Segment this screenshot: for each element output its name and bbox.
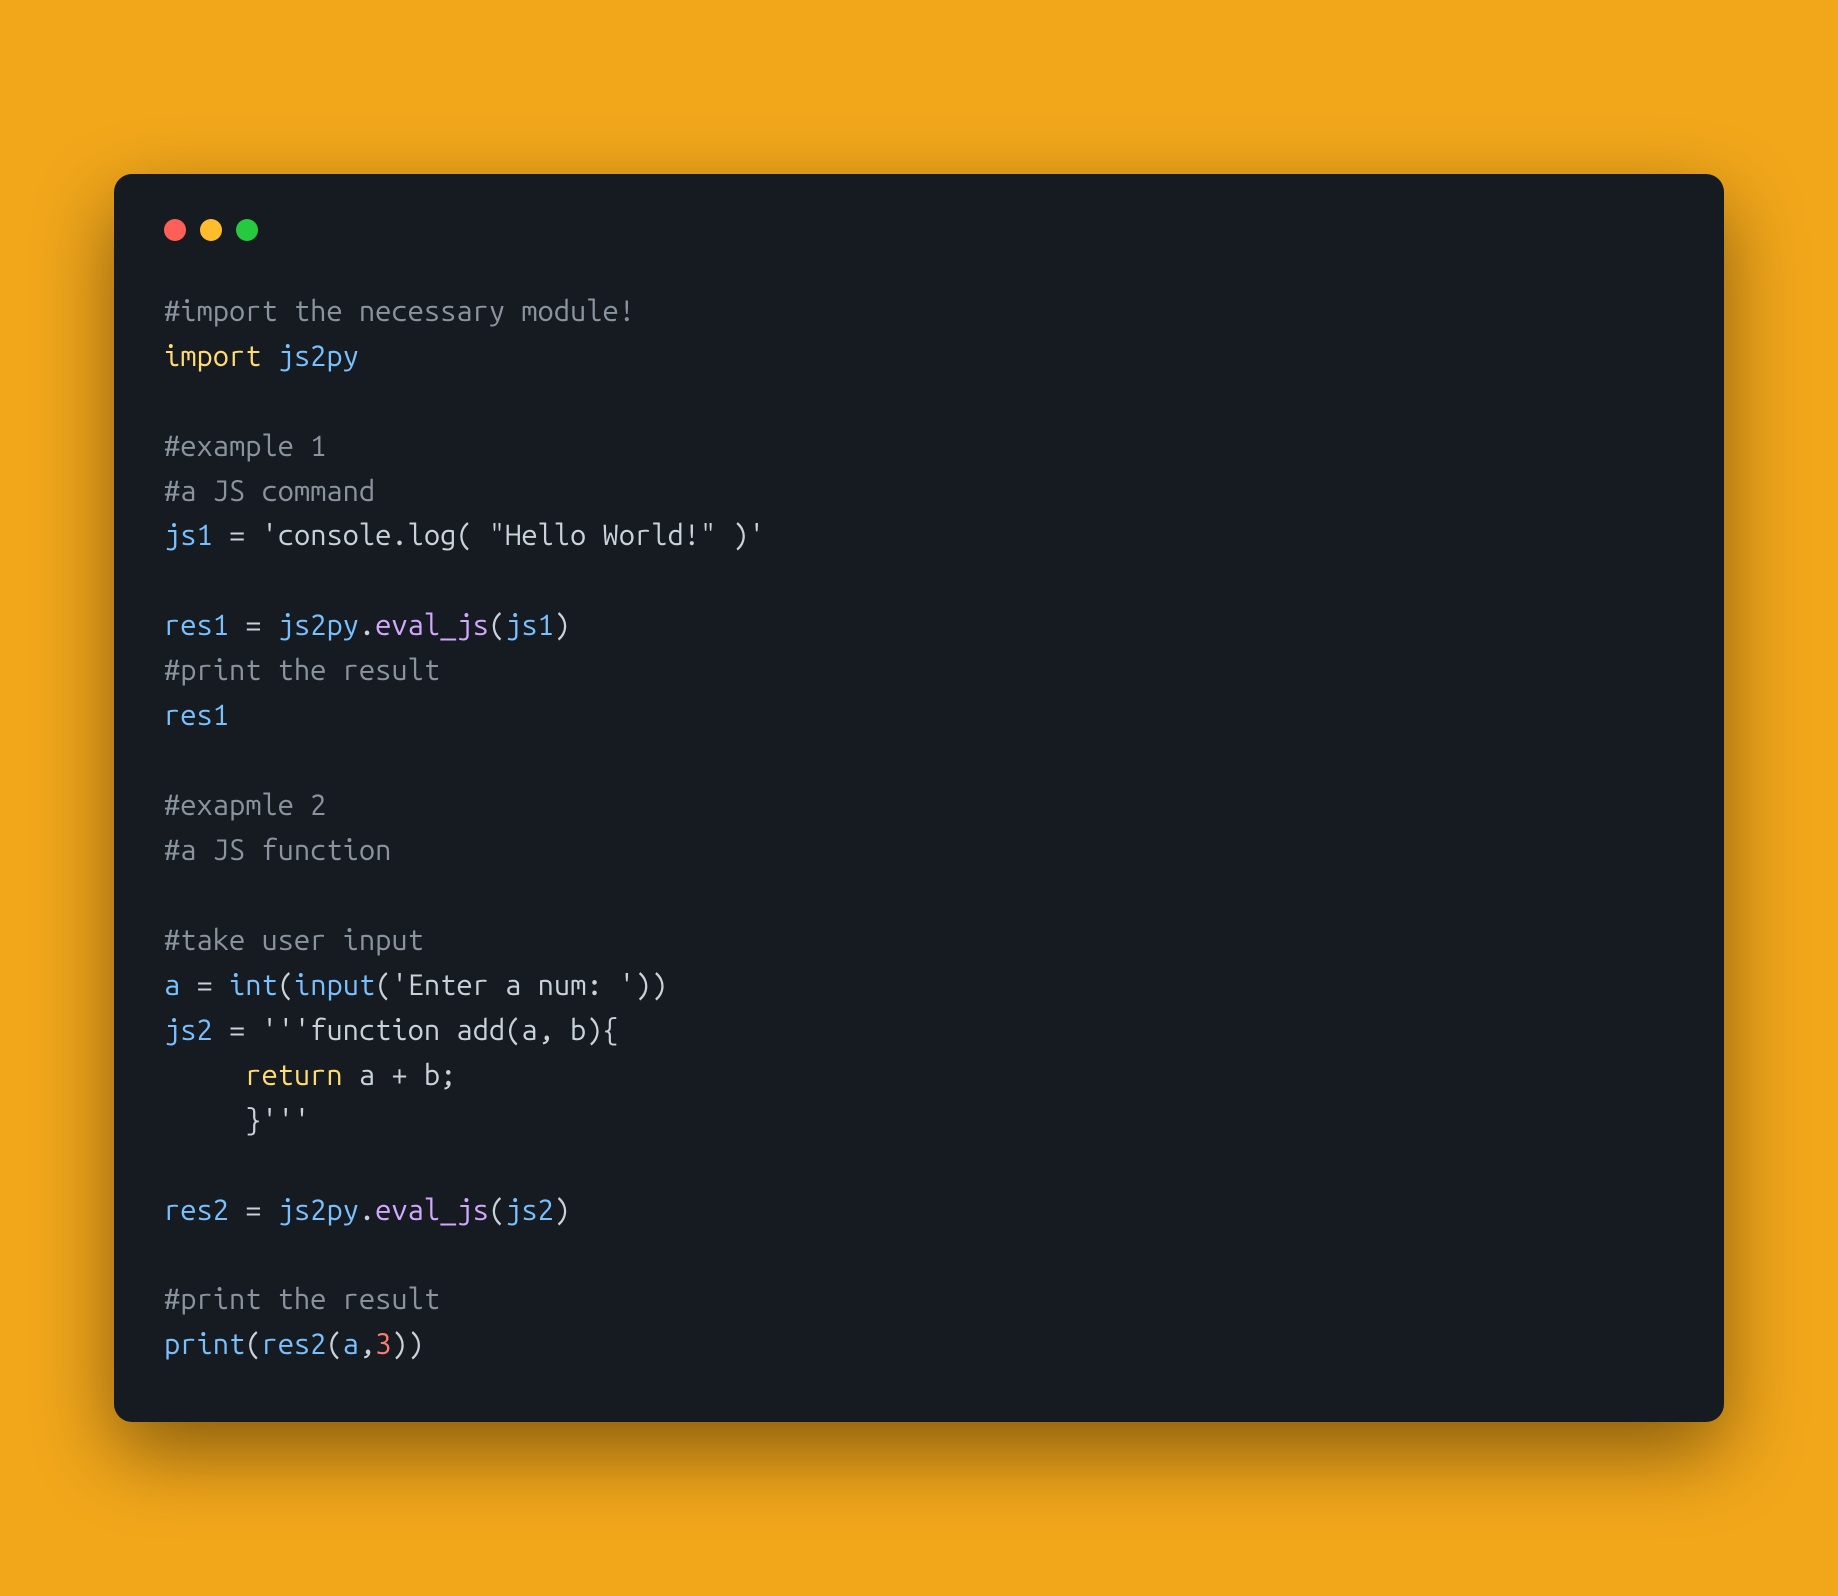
code-paren: ( <box>245 1328 261 1360</box>
code-arg: js1 <box>505 609 554 641</box>
code-string: a + b; <box>343 1059 457 1091</box>
code-comment: #print the result <box>164 654 440 686</box>
code-arg: a <box>343 1328 359 1360</box>
code-paren: ) <box>391 1328 407 1360</box>
code-op: = <box>197 969 213 1001</box>
code-number: 3 <box>375 1328 391 1360</box>
code-comment: #a JS function <box>164 834 391 866</box>
code-module: js2py <box>278 340 359 372</box>
code-paren: ( <box>375 969 391 1001</box>
code-var: res1 <box>164 609 229 641</box>
code-dot: . <box>359 1194 375 1226</box>
code-op: = <box>245 609 261 641</box>
code-string: 'console.log( "Hello World!" )' <box>261 519 764 551</box>
code-paren: ( <box>489 609 505 641</box>
maximize-icon[interactable] <box>236 219 258 241</box>
code-string: '''function add(a, b){ <box>261 1014 618 1046</box>
code-comment: #import the necessary module! <box>164 295 635 327</box>
code-space <box>229 609 245 641</box>
code-builtin: input <box>294 969 375 1001</box>
code-space <box>213 1014 229 1046</box>
code-op: = <box>245 1194 261 1226</box>
code-space <box>261 609 277 641</box>
code-module: js2py <box>278 1194 359 1226</box>
code-space <box>245 1014 261 1046</box>
code-var: js2 <box>164 1014 213 1046</box>
code-var: res1 <box>164 699 229 731</box>
code-arg: js2 <box>505 1194 554 1226</box>
code-var: js1 <box>164 519 213 551</box>
code-string: 'Enter a num: ' <box>391 969 635 1001</box>
code-block: #import the necessary module! import js2… <box>164 289 1674 1368</box>
code-space <box>180 969 196 1001</box>
close-icon[interactable] <box>164 219 186 241</box>
code-paren: ( <box>278 969 294 1001</box>
minimize-icon[interactable] <box>200 219 222 241</box>
code-method: eval_js <box>375 609 489 641</box>
code-paren: ) <box>635 969 651 1001</box>
code-indent <box>164 1059 245 1091</box>
code-var: a <box>164 969 180 1001</box>
code-paren: ( <box>489 1194 505 1226</box>
code-paren: ) <box>554 1194 570 1226</box>
code-paren: ) <box>554 609 570 641</box>
code-space <box>213 969 229 1001</box>
code-var: res2 <box>164 1194 229 1226</box>
code-var: res2 <box>261 1328 326 1360</box>
code-op: = <box>229 1014 245 1046</box>
code-builtin: print <box>164 1328 245 1360</box>
code-comment: #exapmle 2 <box>164 789 326 821</box>
code-window: #import the necessary module! import js2… <box>114 174 1724 1423</box>
code-space <box>213 519 229 551</box>
code-space <box>229 1194 245 1226</box>
code-keyword: return <box>245 1059 342 1091</box>
code-keyword: import <box>164 340 261 372</box>
code-string: }''' <box>164 1104 310 1136</box>
traffic-lights <box>164 219 1674 241</box>
code-paren: ) <box>408 1328 424 1360</box>
code-comment: #print the result <box>164 1283 440 1315</box>
code-comma: , <box>359 1328 375 1360</box>
code-paren: ) <box>651 969 667 1001</box>
code-method: eval_js <box>375 1194 489 1226</box>
code-module: js2py <box>278 609 359 641</box>
code-comment: #take user input <box>164 924 424 956</box>
code-space <box>261 340 277 372</box>
code-space <box>261 1194 277 1226</box>
code-comment: #example 1 <box>164 430 326 462</box>
code-dot: . <box>359 609 375 641</box>
code-paren: ( <box>326 1328 342 1360</box>
code-comment: #a JS command <box>164 475 375 507</box>
code-op: = <box>229 519 245 551</box>
code-builtin: int <box>229 969 278 1001</box>
code-space <box>245 519 261 551</box>
